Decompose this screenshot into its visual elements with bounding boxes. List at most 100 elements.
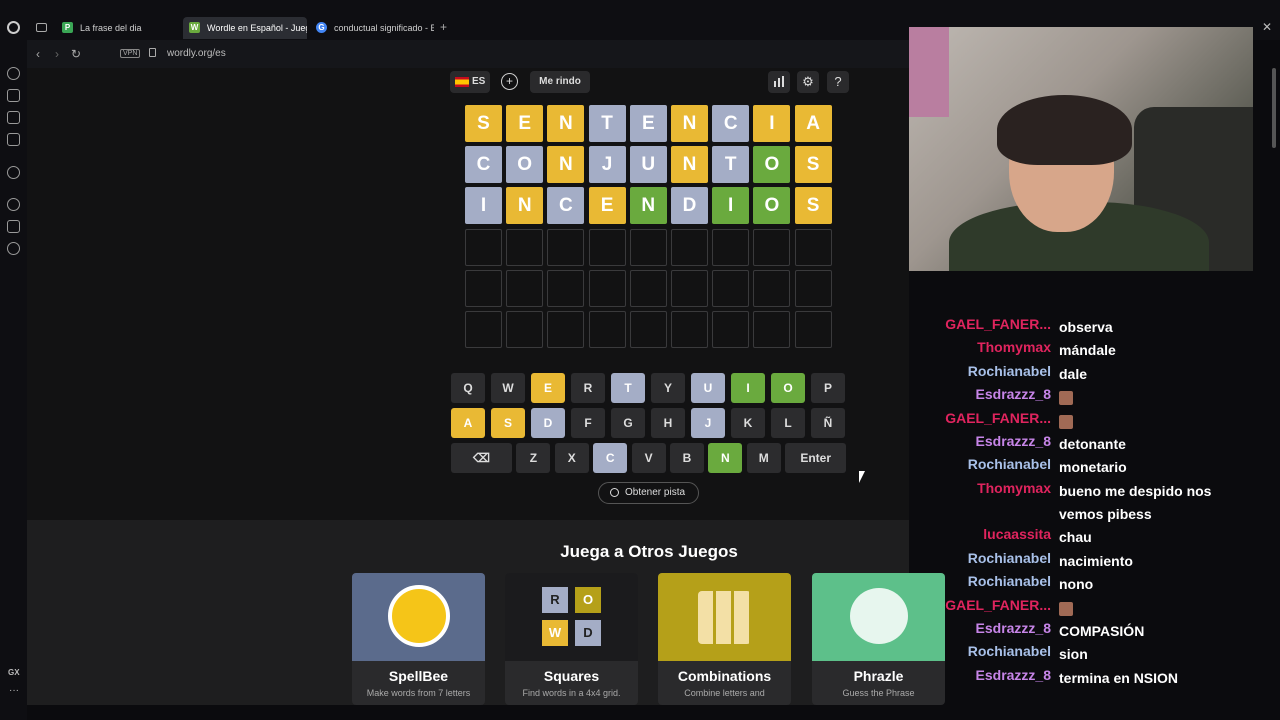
key-r[interactable]: R [571,373,605,403]
board-tile: C [465,146,502,184]
board-tile [465,228,502,266]
reload-icon[interactable]: ↻ [71,47,81,61]
chat-text: chau [1059,529,1092,546]
key-t[interactable]: T [611,373,645,403]
chat-username[interactable]: lucaassita [983,526,1051,542]
ai-icon[interactable] [7,166,20,179]
key-w[interactable]: W [491,373,525,403]
game-card-combinations[interactable]: Combinations Combine letters and [658,573,791,705]
chat-username[interactable]: Rochianabel [968,363,1051,379]
chat-text: observa [1059,319,1113,335]
chat-username[interactable]: GAEL_FANER... [945,410,1051,426]
bag-icon[interactable] [7,89,20,102]
game-card-spellbee[interactable]: SpellBee Make words from 7 letters [352,573,485,705]
chat-username[interactable]: GAEL_FANER... [945,597,1051,613]
game-desc: Combine letters and [684,688,765,698]
close-window-icon[interactable]: ✕ [1262,20,1272,34]
key-ñ[interactable]: Ñ [811,408,845,438]
browser-sidebar: GX ··· [0,40,27,720]
more-icon[interactable]: ··· [9,685,19,696]
key-c[interactable]: C [593,443,628,473]
game-name: Combinations [677,668,772,684]
bar-chart-icon[interactable] [768,71,790,93]
key-e[interactable]: E [531,373,565,403]
tab-search-icon[interactable] [36,23,47,32]
key-l[interactable]: L [771,408,805,438]
page-scrollbar[interactable] [1271,68,1277,708]
vpn-badge[interactable]: VPN [120,49,141,58]
key-b[interactable]: B [670,443,704,473]
chat-text: COMPASIÓN [1059,622,1145,639]
chat-username[interactable]: Rochianabel [968,550,1051,566]
chat-text: detonante [1059,436,1126,452]
scrollbar-thumb[interactable] [1272,68,1276,148]
tab-wordle[interactable]: W Wordle en Español - Jueg [183,17,307,39]
gear-icon[interactable]: ⚙ [797,71,819,93]
key-q[interactable]: Q [451,373,485,403]
tab-frase[interactable]: P La frase del dia [56,17,176,39]
extensions-icon[interactable] [7,220,20,233]
language-button[interactable]: ES [450,71,490,93]
chat-username[interactable]: Thomymax [977,480,1051,496]
board-tile: I [465,187,502,225]
board-tile: U [629,146,667,184]
key-y[interactable]: Y [651,373,685,403]
key-f[interactable]: F [571,408,605,438]
chat-username[interactable]: Rochianabel [968,456,1051,472]
board-tile: S [794,146,832,184]
add-icon[interactable]: + [501,73,518,90]
key-i[interactable]: I [731,373,765,403]
game-card-squares[interactable]: R O W D Squares Find words in a 4x4 grid… [505,573,638,705]
chat-username[interactable]: Esdrazzz_8 [976,667,1051,683]
chat-username[interactable]: Esdrazzz_8 [976,620,1051,636]
clock-icon[interactable] [7,198,20,211]
key-d[interactable]: D [531,408,565,438]
opera-logo-icon[interactable] [7,21,20,34]
backspace-key[interactable]: ⌫ [451,443,512,473]
mail-icon[interactable] [7,133,20,146]
tabs-icon[interactable] [7,111,20,124]
game-card-phrazle[interactable]: Phrazle Guess the Phrase [812,573,945,705]
chat-username[interactable]: Esdrazzz_8 [976,386,1051,402]
key-v[interactable]: V [631,443,666,473]
board-tile: A [794,105,832,142]
key-j[interactable]: J [691,408,725,438]
key-a[interactable]: A [451,408,485,438]
tab-label: Wordle en Español - Jueg [207,23,307,33]
key-s[interactable]: S [491,408,525,438]
game-name: SpellBee [388,668,449,684]
chat-bubble-icon [812,573,945,661]
history-icon[interactable] [7,67,20,80]
board-tile [629,269,667,307]
url-field[interactable]: wordly.org/es [167,48,226,59]
key-k[interactable]: K [731,408,765,438]
settings-icon[interactable] [7,242,20,255]
forward-icon[interactable]: › [55,47,59,61]
key-z[interactable]: Z [516,443,551,473]
gx-label[interactable]: GX [8,668,20,677]
back-icon[interactable]: ‹ [36,47,40,61]
give-up-button[interactable]: Me rindo [530,71,590,93]
lock-icon[interactable] [149,48,156,57]
key-n[interactable]: N [708,443,743,473]
chat-username[interactable]: Thomymax [977,339,1051,355]
key-u[interactable]: U [691,373,725,403]
enter-key[interactable]: Enter [785,443,847,473]
key-h[interactable]: H [651,408,685,438]
chat-username[interactable]: Esdrazzz_8 [976,433,1051,449]
key-o[interactable]: O [771,373,805,403]
spain-flag-icon [455,77,469,87]
hint-button[interactable]: Obtener pista [598,482,699,504]
tab-conductual[interactable]: G conductual significado - B [310,17,434,39]
new-tab-button[interactable]: + [440,20,447,34]
chat-username[interactable]: Rochianabel [968,643,1051,659]
game-name: Squares [543,668,600,684]
board-tile [671,311,708,348]
key-x[interactable]: X [554,443,589,473]
chat-username[interactable]: Rochianabel [968,573,1051,589]
chat-username[interactable]: GAEL_FANER... [945,316,1051,332]
key-m[interactable]: M [746,443,781,473]
key-p[interactable]: P [811,373,845,403]
help-icon[interactable]: ? [827,71,849,93]
key-g[interactable]: G [611,408,645,438]
